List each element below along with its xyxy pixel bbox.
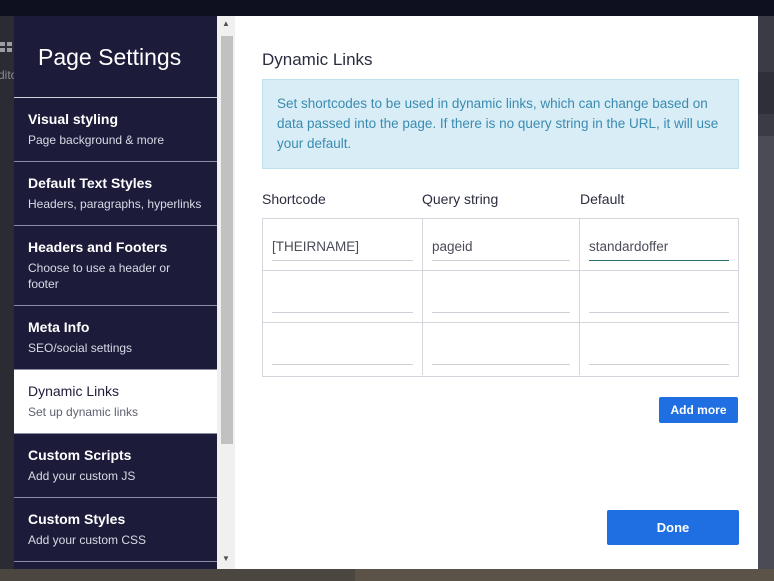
sidebar-item-desc: Headers, paragraphs, hyperlinks xyxy=(28,197,202,211)
sidebar-item-custom-styles[interactable]: Custom Styles Add your custom CSS xyxy=(14,498,217,562)
default-input[interactable] xyxy=(589,285,729,313)
sidebar-item-desc: Add your custom JS xyxy=(28,469,136,483)
table-row xyxy=(263,271,738,323)
scroll-down-arrow-icon[interactable]: ▼ xyxy=(217,551,235,567)
shortcode-input[interactable] xyxy=(272,285,413,313)
sidebar-item-default-text-styles[interactable]: Default Text Styles Headers, paragraphs,… xyxy=(14,162,217,226)
sidebar-item-desc: Choose to use a header or footer xyxy=(28,261,171,291)
background-bottom-strip xyxy=(0,569,774,581)
query-string-input[interactable] xyxy=(432,233,570,261)
column-header-query-string: Query string xyxy=(422,191,499,207)
default-input[interactable] xyxy=(589,233,729,261)
grid-icon xyxy=(0,42,12,52)
sidebar-item-desc: Page background & more xyxy=(28,133,165,147)
dynamic-links-table xyxy=(262,218,739,377)
background-topbar xyxy=(0,0,774,16)
query-string-input[interactable] xyxy=(432,285,570,313)
sidebar-item-headers-footers[interactable]: Headers and Footers Choose to use a head… xyxy=(14,226,217,306)
sidebar-item-custom-scripts[interactable]: Custom Scripts Add your custom JS xyxy=(14,434,217,498)
dynamic-links-panel: Dynamic Links Set shortcodes to be used … xyxy=(235,16,758,569)
background-left-strip: dito xyxy=(0,16,17,576)
table-row xyxy=(263,323,738,375)
sidebar-item-label: Default Text Styles xyxy=(28,175,153,191)
shortcode-input[interactable] xyxy=(272,337,413,365)
table-header: Shortcode Query string Default xyxy=(262,191,739,211)
sidebar-item-label: Custom Styles xyxy=(28,511,126,527)
sidebar-item-visual-styling[interactable]: Visual styling Page background & more xyxy=(14,98,217,162)
info-message: Set shortcodes to be used in dynamic lin… xyxy=(262,79,739,169)
sidebar-title: Page Settings xyxy=(14,16,217,98)
sidebar-scrollbar[interactable]: ▲ ▼ xyxy=(217,16,235,569)
settings-sidebar: Page Settings Visual styling Page backgr… xyxy=(14,16,217,569)
scroll-up-arrow-icon[interactable]: ▲ xyxy=(217,16,235,32)
add-more-button[interactable]: Add more xyxy=(659,397,738,423)
background-right-strip xyxy=(758,16,774,576)
sidebar-item-desc: Set up dynamic links xyxy=(28,405,139,419)
sidebar-item-meta-info[interactable]: Meta Info SEO/social settings xyxy=(14,306,217,370)
shortcode-input[interactable] xyxy=(272,233,413,261)
column-header-default: Default xyxy=(580,191,625,207)
sidebar-item-label: Visual styling xyxy=(28,111,118,127)
sidebar-item-label: Meta Info xyxy=(28,319,90,335)
sidebar-item-label: Dynamic Links xyxy=(28,383,120,399)
panel-title: Dynamic Links xyxy=(262,50,373,69)
query-string-input[interactable] xyxy=(432,337,570,365)
sidebar-item-label: Custom Scripts xyxy=(28,447,132,463)
scrollbar-thumb[interactable] xyxy=(221,36,233,444)
column-header-shortcode: Shortcode xyxy=(262,191,326,207)
default-input[interactable] xyxy=(589,337,729,365)
sidebar-item-dynamic-links[interactable]: Dynamic Links Set up dynamic links xyxy=(14,370,217,434)
page-settings-modal: Page Settings Visual styling Page backgr… xyxy=(14,16,758,569)
sidebar-item-desc: Add your custom CSS xyxy=(28,533,147,547)
sidebar-item-desc: SEO/social settings xyxy=(28,341,133,355)
done-button[interactable]: Done xyxy=(607,510,739,545)
sidebar-item-label: Headers and Footers xyxy=(28,239,168,255)
table-row xyxy=(263,219,738,271)
